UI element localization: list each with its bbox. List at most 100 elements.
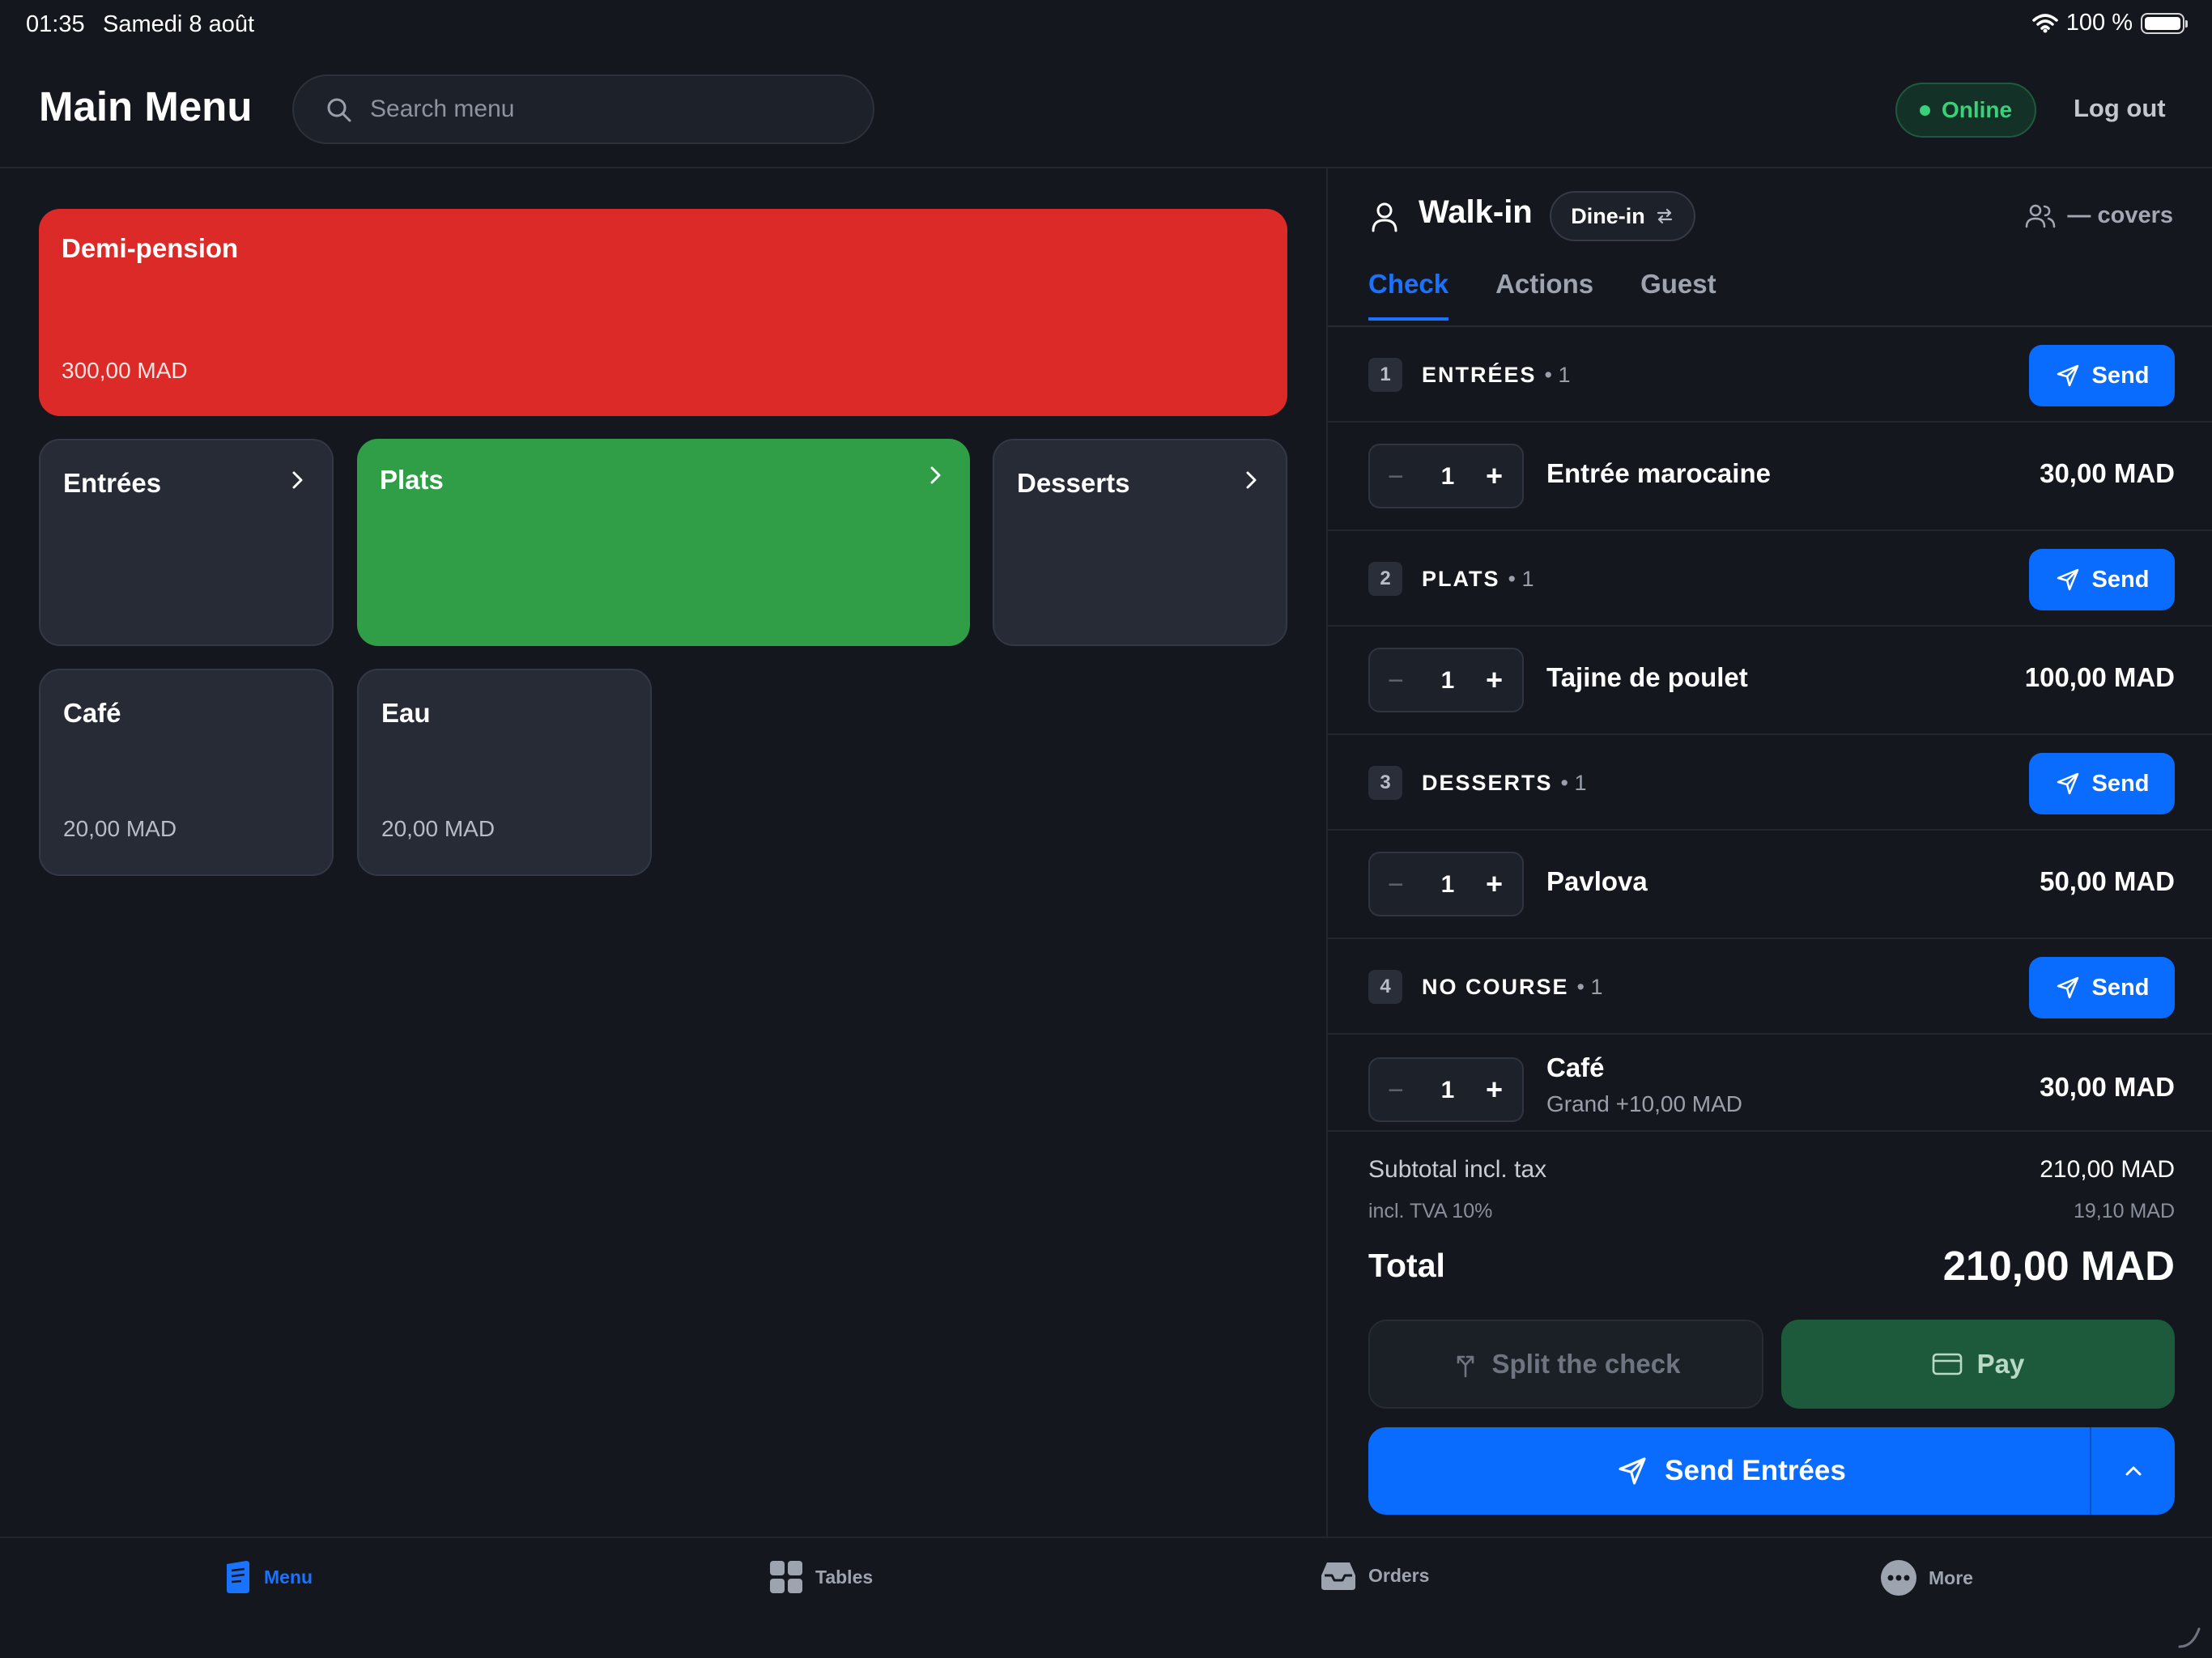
send-icon (2055, 363, 2081, 389)
increase-button[interactable]: + (1486, 867, 1503, 901)
course-count: • 1 (1560, 771, 1587, 795)
online-status-badge: Online (1895, 83, 2036, 138)
send-course-button[interactable]: Send (2029, 753, 2175, 814)
increase-button[interactable]: + (1486, 1073, 1503, 1107)
menu-tile-price: 20,00 MAD (63, 816, 177, 841)
battery-icon (2141, 12, 2188, 34)
course-header: 1 ENTRÉES • 1 Send (1328, 327, 2212, 423)
item-name: Tajine de poulet (1546, 662, 1748, 692)
service-type-toggle[interactable]: Dine-in (1550, 191, 1695, 241)
nav-label: More (1929, 1567, 1973, 1588)
course-title: DESSERTS (1422, 771, 1553, 795)
send-label: Send (2091, 566, 2150, 593)
send-icon (2055, 975, 2081, 1001)
users-icon (2025, 203, 2056, 229)
menu-tile-cafe[interactable]: Café 20,00 MAD (39, 669, 334, 876)
wifi-icon (2032, 13, 2058, 33)
quantity-stepper: − 1 + (1368, 444, 1524, 508)
quantity-stepper: − 1 + (1368, 648, 1524, 712)
nav-menu[interactable]: Menu (223, 1559, 313, 1595)
course-header: 2 PLATS • 1 Send (1328, 531, 2212, 627)
category-name: Plats (380, 465, 444, 495)
increase-button[interactable]: + (1486, 459, 1503, 493)
menu-tile-eau[interactable]: Eau 20,00 MAD (357, 669, 652, 876)
order-item[interactable]: − 1 + Café Grand +10,00 MAD 30,00 MAD (1328, 1035, 2212, 1132)
check-panel: Walk-in Dine-in — covers Check Actions G… (1326, 168, 2212, 1538)
online-dot-icon (1919, 104, 1930, 116)
send-main-content: Send Entrées (1368, 1427, 2094, 1515)
course-count: • 1 (1508, 567, 1534, 591)
send-course-button[interactable]: Send (2029, 549, 2175, 610)
course-name: NO COURSE • 1 (1422, 975, 1603, 1000)
split-icon (1452, 1350, 1479, 1378)
nav-orders[interactable]: Orders (1320, 1559, 1429, 1592)
send-main-label: Send Entrées (1665, 1455, 1846, 1486)
send-icon (2055, 567, 2081, 593)
category-tile-entrees[interactable]: Entrées (39, 439, 334, 646)
item-modifier: Grand +10,00 MAD (1546, 1091, 1743, 1116)
category-tile-plats[interactable]: Plats (357, 439, 970, 646)
grid-icon (768, 1559, 804, 1595)
nav-tables[interactable]: Tables (768, 1559, 873, 1595)
send-course-button[interactable]: Send (2029, 345, 2175, 406)
person-icon (1370, 201, 1399, 233)
increase-button[interactable]: + (1486, 663, 1503, 697)
pay-button[interactable]: Pay (1781, 1320, 2175, 1409)
course-name: PLATS • 1 (1422, 567, 1534, 592)
tax-value: 19,10 MAD (2073, 1200, 2175, 1222)
nav-more[interactable]: More (1880, 1559, 1973, 1596)
course-name: DESSERTS • 1 (1422, 771, 1587, 796)
expand-send-options-button[interactable] (2091, 1427, 2175, 1515)
status-time: 01:35 (26, 11, 85, 37)
order-item[interactable]: − 1 + Tajine de poulet 100,00 MAD (1328, 627, 2212, 735)
swap-arrows-icon (1655, 206, 1674, 226)
status-indicators: 100 % (2032, 10, 2188, 36)
resize-handle-icon (2176, 1624, 2202, 1650)
send-entrees-button[interactable]: Send Entrées (1368, 1427, 2175, 1515)
course-title: ENTRÉES (1422, 363, 1537, 387)
send-icon (1616, 1455, 1648, 1487)
course-number: 3 (1368, 766, 1402, 800)
bottom-tab-bar: Menu Tables Orders More (0, 1537, 2212, 1658)
order-item[interactable]: − 1 + Pavlova 50,00 MAD (1328, 831, 2212, 939)
send-course-button[interactable]: Send (2029, 957, 2175, 1018)
subtotal-value: 210,00 MAD (2040, 1156, 2175, 1183)
chevron-right-icon (923, 463, 947, 487)
course-name: ENTRÉES • 1 (1422, 363, 1571, 388)
nav-label: Tables (815, 1566, 874, 1588)
item-name: Entrée marocaine (1546, 458, 1771, 488)
total-value: 210,00 MAD (1942, 1243, 2175, 1289)
customer-name[interactable]: Walk-in (1419, 194, 1533, 231)
search-input[interactable]: Search menu (292, 74, 874, 144)
category-tile-desserts[interactable]: Desserts (993, 439, 1287, 646)
chevron-right-icon (1239, 468, 1263, 492)
send-label: Send (2091, 770, 2150, 797)
course-title: NO COURSE (1422, 975, 1569, 999)
order-item[interactable]: − 1 + Entrée marocaine 30,00 MAD (1328, 423, 2212, 531)
status-date: Samedi 8 août (103, 11, 255, 37)
item-price: 30,00 MAD (2040, 1072, 2175, 1102)
covers-button[interactable]: — covers (2025, 202, 2173, 229)
tab-guest[interactable]: Guest (1640, 269, 1716, 321)
tab-check[interactable]: Check (1368, 269, 1449, 321)
split-check-button[interactable]: Split the check (1368, 1320, 1763, 1409)
search-icon (325, 96, 354, 125)
course-count: • 1 (1576, 975, 1603, 999)
item-price: 50,00 MAD (2040, 866, 2175, 896)
course-title: PLATS (1422, 567, 1500, 591)
quantity-stepper: − 1 + (1368, 852, 1524, 916)
chevron-up-icon (2121, 1459, 2146, 1483)
item-name: Café (1546, 1052, 1605, 1082)
course-count: • 1 (1544, 363, 1571, 387)
top-header: Main Menu Search menu Online Log out (0, 52, 2212, 168)
logout-button[interactable]: Log out (2074, 94, 2166, 123)
menu-tile-demi-pension[interactable]: Demi-pension 300,00 MAD (39, 209, 1287, 416)
send-label: Send (2091, 362, 2150, 389)
menu-tile-name: Demi-pension (62, 233, 239, 263)
item-price: 100,00 MAD (2024, 662, 2175, 692)
menu-tile-name: Eau (381, 698, 431, 728)
pay-label: Pay (1976, 1349, 2025, 1379)
chevron-right-icon (285, 468, 309, 492)
online-label: Online (1941, 97, 2013, 122)
tab-actions[interactable]: Actions (1495, 269, 1593, 321)
